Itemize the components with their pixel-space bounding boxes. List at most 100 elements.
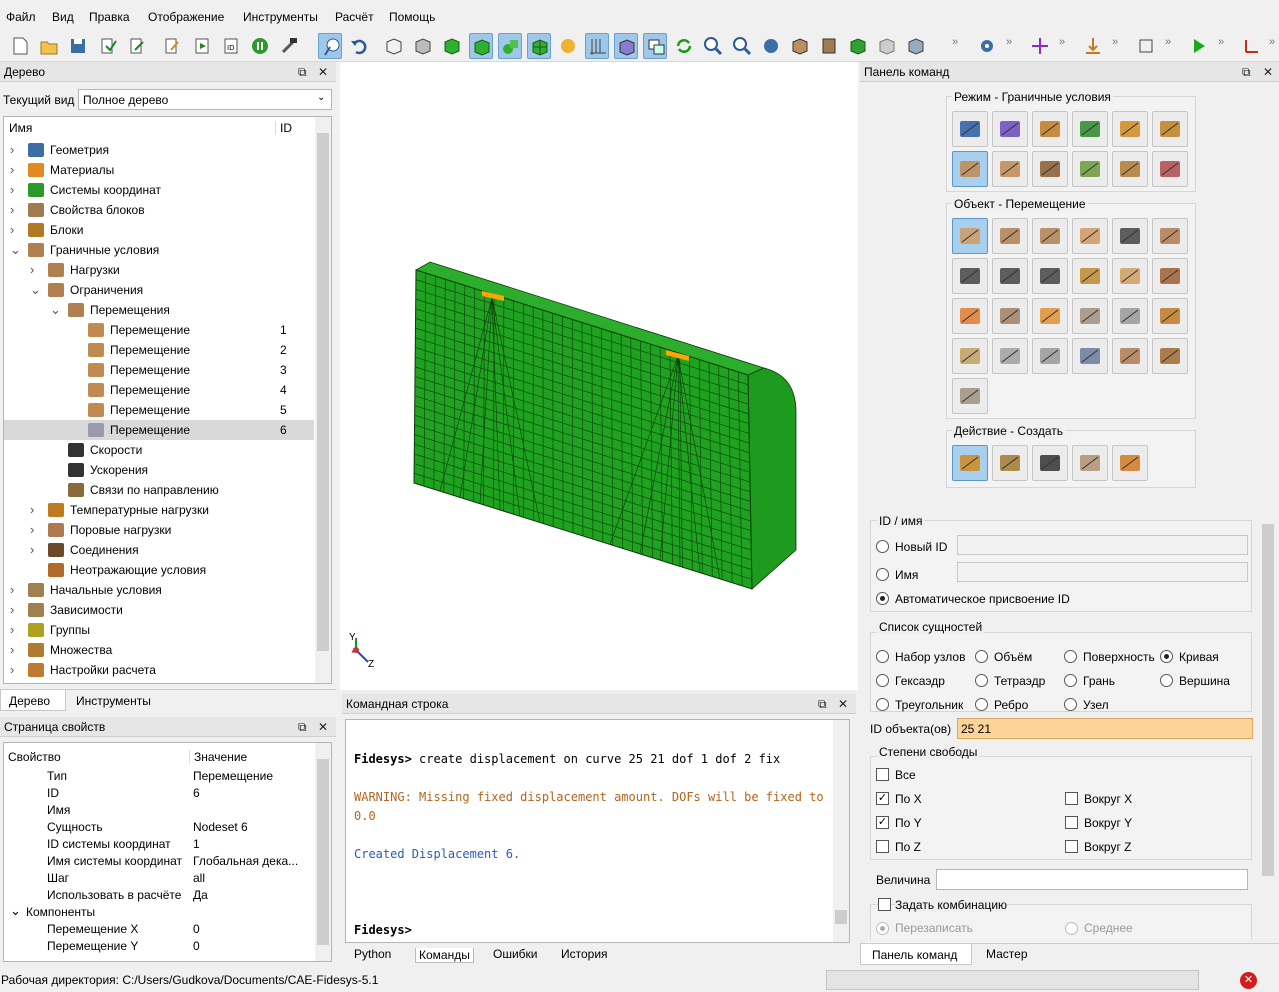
view-cube-icon[interactable]: [904, 33, 928, 59]
menu-tools[interactable]: Инструменты: [243, 10, 318, 24]
float-icon[interactable]: ⧉: [298, 65, 307, 80]
tree-item[interactable]: › Множества: [4, 640, 314, 660]
displacement-icon[interactable]: [952, 218, 988, 254]
name-field[interactable]: [957, 562, 1248, 582]
tree-item[interactable]: Скорости: [4, 440, 314, 460]
expand-arrow-icon[interactable]: ›: [10, 140, 14, 160]
heat-source-icon[interactable]: [1152, 298, 1188, 334]
menu-file[interactable]: Файл: [6, 10, 36, 24]
tree-item[interactable]: › Нагрузки: [4, 260, 314, 280]
property-row[interactable]: Перемещение X 0: [4, 922, 314, 939]
export-icon[interactable]: [125, 33, 149, 59]
velocity-icon[interactable]: [952, 258, 988, 294]
average-radio[interactable]: [1065, 922, 1078, 935]
tree-item[interactable]: › Геометрия: [4, 140, 314, 160]
expand-arrow-icon[interactable]: ›: [10, 220, 14, 240]
expand-arrow-icon[interactable]: ›: [10, 620, 14, 640]
entity-radio[interactable]: [1064, 698, 1077, 711]
entity-radio[interactable]: [876, 650, 889, 663]
dof-y-checkbox[interactable]: ✓: [876, 816, 889, 829]
expand-arrow-icon[interactable]: ›: [10, 660, 14, 680]
undo-icon[interactable]: [347, 33, 371, 59]
rot-x-checkbox[interactable]: [1065, 792, 1078, 805]
property-row[interactable]: Шаг all: [4, 871, 314, 888]
new-id-field[interactable]: [957, 535, 1248, 555]
tree-item[interactable]: Перемещение 3: [4, 360, 314, 380]
list-action-icon[interactable]: [1032, 445, 1068, 481]
constraint-icon[interactable]: [1152, 218, 1188, 254]
rot-z-checkbox[interactable]: [1065, 840, 1078, 853]
expand-arrow-icon[interactable]: ›: [30, 520, 34, 540]
entity-radio[interactable]: [1064, 650, 1077, 663]
block-props-mode-icon[interactable]: [1152, 111, 1188, 147]
tree-item[interactable]: Перемещение 2: [4, 340, 314, 360]
calc-settings-mode-icon[interactable]: [1072, 151, 1108, 187]
entity-radio[interactable]: [1064, 674, 1077, 687]
tree-item[interactable]: › Блоки: [4, 220, 314, 240]
modify-action-icon[interactable]: [992, 445, 1028, 481]
view-iso-icon[interactable]: [788, 33, 812, 59]
property-row[interactable]: Имя: [4, 803, 314, 820]
blocks-mode-icon[interactable]: [1112, 111, 1148, 147]
dependency-mode-icon[interactable]: [1032, 151, 1068, 187]
expand-arrow-icon[interactable]: ›: [10, 580, 14, 600]
graphics-viewport[interactable]: Y Z: [340, 62, 858, 690]
object-id-input[interactable]: 25 21: [957, 718, 1253, 739]
tree-item[interactable]: › Настройки расчета: [4, 660, 314, 680]
property-row[interactable]: ID 6: [4, 786, 314, 803]
acceleration-icon[interactable]: [1032, 258, 1068, 294]
expand-arrow-icon[interactable]: ›: [30, 260, 34, 280]
command-panel-scrollbar[interactable]: [1260, 510, 1276, 938]
close-icon[interactable]: ✕: [838, 697, 848, 711]
fit-view-icon[interactable]: [759, 33, 783, 59]
zoom-in-icon[interactable]: [701, 33, 725, 59]
heat-flux-icon[interactable]: [1032, 298, 1068, 334]
cmd-input-prompt[interactable]: Fidesys>: [354, 923, 412, 937]
angular-velocity-icon[interactable]: [992, 258, 1028, 294]
column-load-icon[interactable]: [1072, 258, 1108, 294]
tab-python[interactable]: Python: [354, 947, 391, 961]
point-source-icon[interactable]: [1032, 338, 1068, 374]
id-script-icon[interactable]: ID: [219, 33, 243, 59]
wireframe-icon[interactable]: [382, 33, 406, 59]
coord-system-mode-icon[interactable]: [1072, 111, 1108, 147]
gears-icon[interactable]: [975, 33, 999, 59]
tree-item[interactable]: › Температурные нагрузки: [4, 500, 314, 520]
analysis-mode-icon[interactable]: [1152, 151, 1188, 187]
tree-scrollbar[interactable]: [315, 117, 331, 683]
tree-item[interactable]: › Свойства блоков: [4, 200, 314, 220]
float-icon[interactable]: ⧉: [1242, 65, 1251, 80]
tree-item[interactable]: Связи по направлению: [4, 480, 314, 500]
shaded-icon[interactable]: [440, 33, 464, 59]
expand-arrow-icon[interactable]: ›: [30, 500, 34, 520]
close-icon[interactable]: ✕: [318, 720, 328, 734]
tab-wizard[interactable]: Мастер: [986, 947, 1028, 961]
collapse-arrow-icon[interactable]: ⌄: [50, 300, 61, 320]
property-row[interactable]: Имя системы координат Глобальная дека...: [4, 854, 314, 871]
property-row[interactable]: ID системы координат 1: [4, 837, 314, 854]
view-side-icon[interactable]: [875, 33, 899, 59]
collapse-arrow-icon[interactable]: ⌄: [10, 240, 21, 260]
tab-commands[interactable]: Команды: [415, 948, 474, 963]
force-icon[interactable]: [992, 218, 1028, 254]
material-mode-icon[interactable]: [1032, 111, 1068, 147]
expand-arrow-icon[interactable]: ›: [10, 640, 14, 660]
entity-radio[interactable]: [876, 674, 889, 687]
entity-radio[interactable]: [1160, 674, 1173, 687]
crosshair-icon[interactable]: [1028, 33, 1052, 59]
hidden-line-icon[interactable]: [411, 33, 435, 59]
tree-item[interactable]: › Соединения: [4, 540, 314, 560]
connector-icon[interactable]: [1152, 258, 1188, 294]
entity-radio[interactable]: [975, 650, 988, 663]
rot-y-checkbox[interactable]: [1065, 816, 1078, 829]
toolbar-overflow-icon-3[interactable]: »: [1059, 36, 1065, 48]
mesh-mode-icon[interactable]: [992, 111, 1028, 147]
expand-arrow-icon[interactable]: ›: [10, 160, 14, 180]
dof-x-checkbox[interactable]: ✓: [876, 792, 889, 805]
pore-pressure-icon[interactable]: [992, 298, 1028, 334]
initial-cond-mode-icon[interactable]: [992, 151, 1028, 187]
tree-item[interactable]: › Поровые нагрузки: [4, 520, 314, 540]
menu-edit[interactable]: Правка: [89, 10, 130, 24]
props-scrollbar[interactable]: [315, 743, 331, 961]
assembly-icon[interactable]: [498, 33, 522, 59]
